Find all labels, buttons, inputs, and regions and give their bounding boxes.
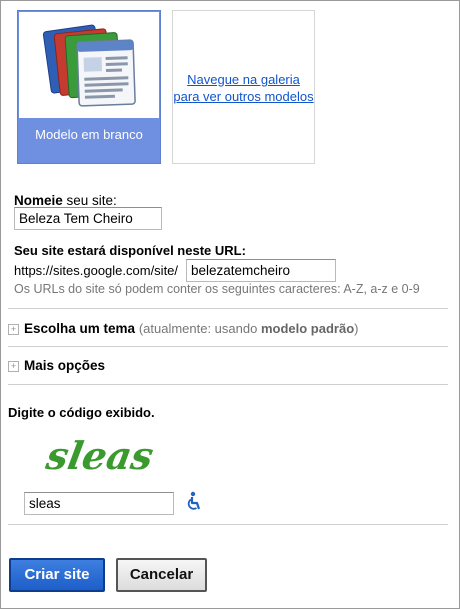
gallery-link[interactable]: Navegue na galeria para ver outros model…: [173, 71, 314, 105]
captcha-prompt: Digite o código exibido.: [8, 405, 155, 420]
site-name-label-rest: seu site:: [62, 193, 117, 208]
more-options-expander[interactable]: + Mais opções: [8, 358, 105, 373]
theme-title: Escolha um tema: [24, 321, 136, 336]
theme-note-bold: modelo padrão: [260, 321, 355, 336]
captcha-input[interactable]: sleas: [24, 492, 174, 515]
expand-plus-icon: +: [8, 361, 19, 372]
url-label: Seu site estará disponível neste URL:: [14, 243, 246, 258]
site-name-label-bold: Nomeie: [14, 193, 63, 208]
divider: [8, 524, 448, 525]
captcha-image-text: sleas: [42, 434, 153, 479]
divider: [8, 308, 448, 309]
url-input[interactable]: belezatemcheiro: [186, 259, 336, 282]
site-name-label: Nomeie seu site:: [14, 193, 117, 208]
captcha-image: sleas: [28, 427, 157, 482]
divider: [8, 384, 448, 385]
theme-note: (atualmente: usando modelo padrão): [139, 321, 359, 336]
url-hint: Os URLs do site só podem conter os segui…: [14, 282, 420, 296]
accessibility-icon[interactable]: [184, 491, 204, 513]
theme-note-prefix: (atualmente: usando: [138, 321, 261, 336]
more-options-title: Mais opções: [24, 358, 106, 373]
blank-template-icon: [19, 12, 159, 118]
theme-note-suffix: ): [354, 321, 359, 336]
site-name-input[interactable]: Beleza Tem Cheiro: [14, 207, 162, 230]
blank-template-tile[interactable]: Modelo em branco: [17, 10, 161, 164]
cancel-button[interactable]: Cancelar: [116, 558, 207, 592]
gallery-tile: Navegue na galeria para ver outros model…: [172, 10, 315, 164]
blank-template-label: Modelo em branco: [35, 127, 143, 142]
create-site-button[interactable]: Criar site: [9, 558, 105, 592]
theme-expander[interactable]: + Escolha um tema (atualmente: usando mod…: [8, 321, 358, 336]
url-prefix: https://sites.google.com/site/: [14, 263, 179, 278]
expand-plus-icon: +: [8, 324, 19, 335]
divider: [8, 346, 448, 347]
